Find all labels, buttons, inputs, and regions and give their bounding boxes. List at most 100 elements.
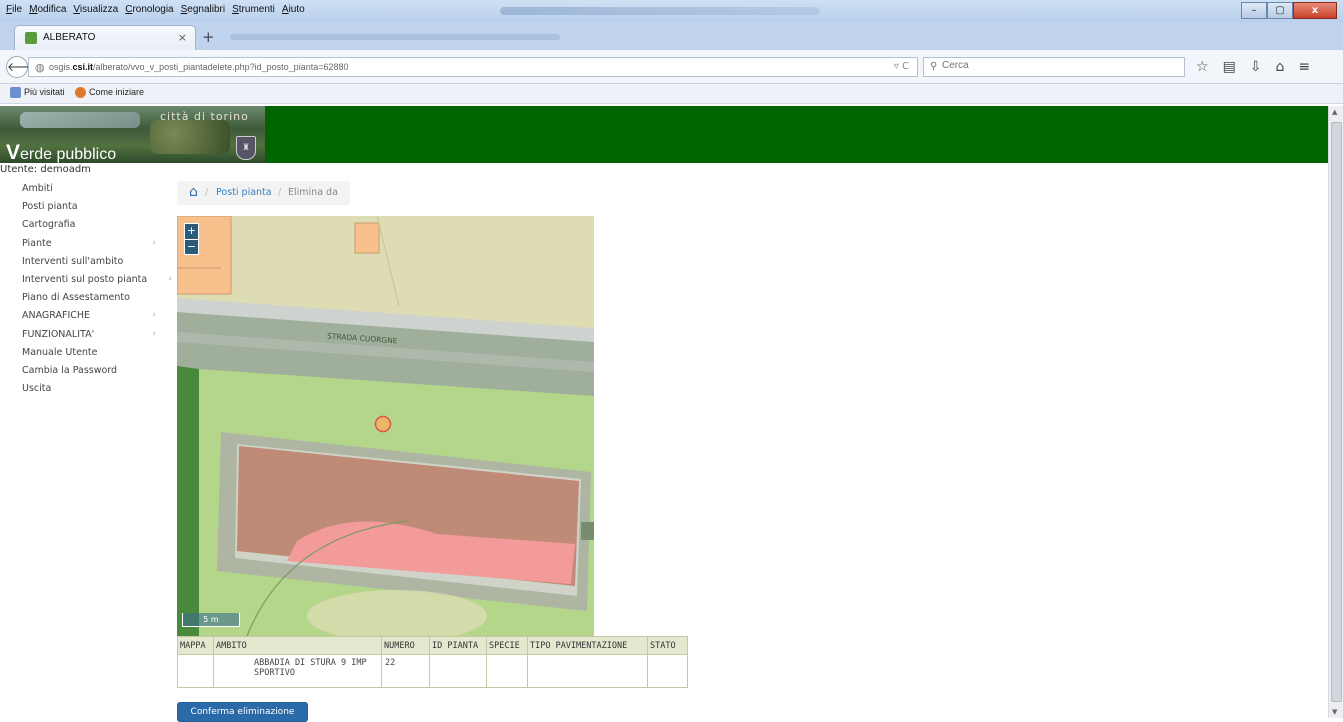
menu-cronologia[interactable]: Cronologia xyxy=(125,4,173,15)
bookmark-folder-icon xyxy=(10,87,21,99)
menu-aiuto[interactable]: Aiuto xyxy=(282,4,305,15)
header-tipo-pavimentazione[interactable]: TIPO PAVIMENTAZIONE xyxy=(527,636,648,655)
sidebar-item-password[interactable]: Cambia la Password xyxy=(22,365,172,383)
menu-visualizza[interactable]: Visualizza xyxy=(73,4,118,15)
submenu-arrow-icon: › xyxy=(152,237,156,248)
page-scrollbar[interactable]: ▲ ▼ xyxy=(1328,106,1343,718)
header-numero[interactable]: NUMERO xyxy=(381,636,430,655)
header-banner: città di torino Verde pubblico ♜ xyxy=(0,106,1328,164)
window-controls: – ▢ x xyxy=(1241,2,1337,19)
confirm-delete-button[interactable]: Conferma eliminazione xyxy=(177,702,308,722)
map-scale: 5 m xyxy=(182,613,240,627)
table-row: ABBADIA DI STURA 9 IMP SPORTIVO 22 xyxy=(177,654,688,688)
sidebar-item-piano-assestamento[interactable]: Piano di Assestamento xyxy=(22,292,172,310)
menu-icon[interactable]: ≡ xyxy=(1298,59,1310,75)
cell-tipo-pavimentazione xyxy=(527,654,648,688)
sidebar-item-funzionalita[interactable]: FUNZIONALITA' › xyxy=(22,329,172,347)
bookmark-piu-visitati[interactable]: Più visitati xyxy=(10,87,65,99)
sidebar: Ambiti Posti pianta Cartografia Piante › … xyxy=(22,183,172,401)
breadcrumb: ⌂ / Posti pianta / Elimina da xyxy=(177,181,350,205)
search-bar[interactable]: ⚲ xyxy=(923,57,1185,77)
sidebar-item-anagrafiche[interactable]: ANAGRAFICHE › xyxy=(22,310,172,328)
url-bar[interactable]: ◍ osgis.csi.it/alberato/vvo_v_posti_pian… xyxy=(28,57,918,77)
map-view[interactable]: STRADA CUORGNE xyxy=(177,216,594,636)
sidebar-item-piante[interactable]: Piante › xyxy=(22,238,172,256)
window-title-blurred xyxy=(500,7,820,15)
grid-header-row: MAPPA AMBITO NUMERO ID PIANTA SPECIE TIP… xyxy=(177,636,688,655)
download-icon[interactable]: ⇩ xyxy=(1250,59,1262,75)
user-label: Utente: demoadm xyxy=(0,164,91,175)
cell-specie xyxy=(486,654,528,688)
minimize-button[interactable]: – xyxy=(1241,2,1267,19)
sidebar-item-cartografia[interactable]: Cartografia xyxy=(22,219,172,237)
lot-orange-small xyxy=(354,222,380,254)
header-stato[interactable]: STATO xyxy=(647,636,688,655)
menu-strumenti[interactable]: Strumenti xyxy=(232,4,275,15)
sidebar-item-interventi-ambito[interactable]: Interventi sull'ambito xyxy=(22,256,172,274)
banner-citta: città di torino xyxy=(160,110,249,123)
menu-segnalibri[interactable]: Segnalibri xyxy=(181,4,225,15)
firefox-icon xyxy=(75,87,86,99)
sidebar-item-ambiti[interactable]: Ambiti xyxy=(22,183,172,201)
cell-ambito: ABBADIA DI STURA 9 IMP SPORTIVO xyxy=(213,654,382,688)
search-icon: ⚲ xyxy=(930,61,938,72)
sidebar-item-uscita[interactable]: Uscita xyxy=(22,383,172,401)
home-icon[interactable]: ⌂ xyxy=(1276,59,1285,75)
zoom-in-button[interactable]: + xyxy=(185,224,198,239)
star-icon[interactable]: ☆ xyxy=(1196,59,1209,75)
bookmarks-bar: Più visitati Come iniziare xyxy=(0,84,1343,104)
url-text: osgis.csi.it/alberato/vvo_v_posti_pianta… xyxy=(49,62,349,72)
favicon-icon xyxy=(25,32,37,44)
tabs-blurred xyxy=(230,34,560,40)
sidebar-item-posti-pianta[interactable]: Posti pianta xyxy=(22,201,172,219)
menu-modifica[interactable]: Modifica xyxy=(29,4,66,15)
tab-title: ALBERATO xyxy=(43,32,96,43)
breadcrumb-elimina-da: Elimina da xyxy=(288,187,338,198)
new-tab-button[interactable]: + xyxy=(202,28,215,46)
zoom-control: + − xyxy=(184,223,199,255)
back-button[interactable]: 🡐 xyxy=(6,56,39,78)
sidebar-item-interventi-posto[interactable]: Interventi sul posto pianta › xyxy=(22,274,172,292)
sidebar-item-manuale[interactable]: Manuale Utente xyxy=(22,347,172,365)
toolbar-icons: ☆ ▤ ⇩ ⌂ ≡ xyxy=(1196,59,1310,75)
cell-stato xyxy=(647,654,688,688)
browser-menu: File Modifica Visualizza Cronologia Segn… xyxy=(6,4,305,15)
cell-mappa xyxy=(177,654,214,688)
tab-bar: ALBERATO × + xyxy=(0,22,1343,50)
breadcrumb-posti-pianta[interactable]: Posti pianta xyxy=(216,187,272,198)
bookmark-come-iniziare[interactable]: Come iniziare xyxy=(75,87,144,99)
menu-file[interactable]: File xyxy=(6,4,22,15)
scrollbar-thumb[interactable] xyxy=(1331,122,1342,702)
cell-id-pianta xyxy=(429,654,487,688)
globe-icon: ◍ xyxy=(35,61,45,74)
close-window-button[interactable]: x xyxy=(1293,2,1337,19)
map-canvas xyxy=(177,216,594,636)
submenu-arrow-icon: › xyxy=(168,273,172,284)
home-icon[interactable]: ⌂ xyxy=(189,184,198,200)
search-input[interactable] xyxy=(942,60,1172,71)
header-mappa[interactable]: MAPPA xyxy=(177,636,214,655)
header-ambito[interactable]: AMBITO xyxy=(213,636,382,655)
cell-numero: 22 xyxy=(381,654,430,688)
lawn-dark-left xyxy=(177,366,199,636)
breadcrumb-separator: / xyxy=(205,187,209,198)
scroll-up-icon[interactable]: ▲ xyxy=(1332,108,1337,116)
scroll-down-icon[interactable]: ▼ xyxy=(1332,708,1337,716)
maximize-button[interactable]: ▢ xyxy=(1267,2,1293,19)
banner-trees xyxy=(150,120,230,154)
data-grid: MAPPA AMBITO NUMERO ID PIANTA SPECIE TIP… xyxy=(177,636,688,688)
tab-alberato[interactable]: ALBERATO × xyxy=(14,25,196,50)
header-id-pianta[interactable]: ID PIANTA xyxy=(429,636,487,655)
breadcrumb-separator: / xyxy=(278,187,282,198)
header-specie[interactable]: SPECIE xyxy=(486,636,528,655)
reload-icon[interactable]: ▿ C xyxy=(894,61,909,72)
tab-close-icon[interactable]: × xyxy=(178,31,187,44)
tree-marker xyxy=(374,415,392,433)
zoom-out-button[interactable]: − xyxy=(185,240,198,255)
browser-menubar: File Modifica Visualizza Cronologia Segn… xyxy=(0,0,1343,22)
clipboard-icon[interactable]: ▤ xyxy=(1223,59,1236,75)
banner-sky xyxy=(20,112,140,128)
banner-title: Verde pubblico xyxy=(6,141,117,164)
submenu-arrow-icon: › xyxy=(152,328,156,339)
map-edge-block xyxy=(581,522,594,540)
